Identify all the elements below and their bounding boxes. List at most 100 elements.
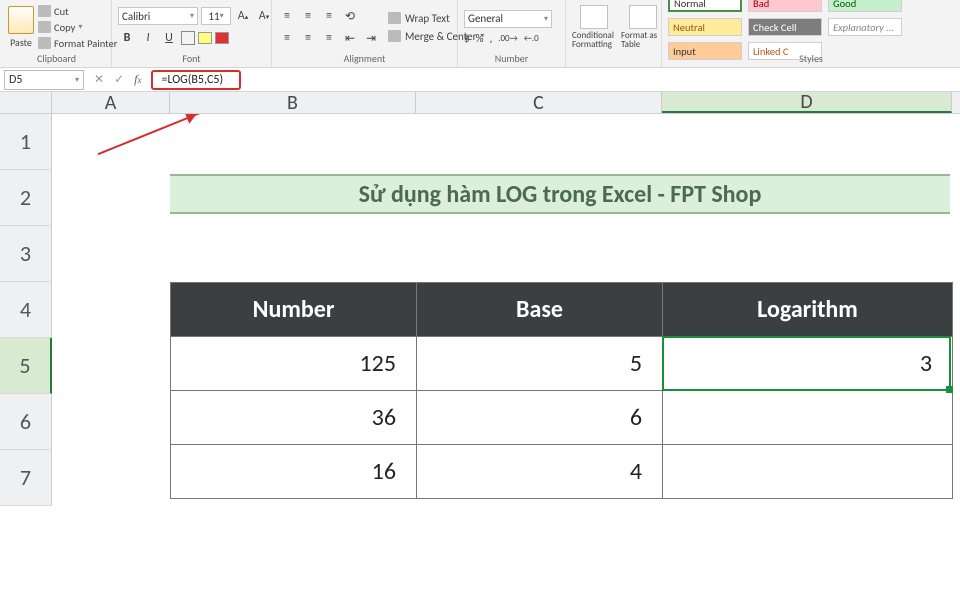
clipboard-icon (8, 6, 34, 34)
worksheet-grid: A B C D 1 2 3 4 5 6 7 Sử dụng hàm LOG tr… (0, 92, 960, 506)
decrease-font-button[interactable]: A▾ (255, 7, 273, 25)
table-row: 125 5 3 (171, 337, 953, 391)
row-header-1[interactable]: 1 (0, 114, 52, 170)
number-format-combo[interactable]: General▾ (464, 10, 552, 28)
row-header-5[interactable]: 5 (0, 338, 52, 394)
font-color-button[interactable] (215, 32, 229, 44)
name-box[interactable]: D5 ▾ (4, 70, 84, 90)
formula-input[interactable]: =LOG(B5,C5) (151, 70, 241, 90)
decrease-indent-button[interactable]: ⇤ (341, 29, 359, 47)
row-header-2[interactable]: 2 (0, 170, 52, 226)
cell-area[interactable]: Sử dụng hàm LOG trong Excel - FPT Shop N… (52, 114, 960, 506)
wrap-icon (388, 12, 401, 24)
style-bad[interactable]: Bad (748, 0, 822, 12)
ribbon: Paste Cut Copy▾ Format Painter Clipboard… (0, 0, 960, 68)
cell-D6[interactable] (663, 391, 953, 445)
scissors-icon (38, 5, 51, 17)
align-middle-button[interactable]: ≡ (299, 7, 317, 25)
col-header-B[interactable]: B (170, 92, 416, 113)
ribbon-group-cond: Conditional Formatting Format as Table . (566, 0, 662, 67)
style-normal[interactable]: Normal (668, 0, 742, 12)
cell-C7[interactable]: 4 (417, 445, 663, 499)
formula-bar: D5 ▾ ✕ ✓ fx =LOG(B5,C5) (0, 68, 960, 92)
increase-decimal-button[interactable]: .00→ (498, 33, 518, 44)
sheet-title: Sử dụng hàm LOG trong Excel - FPT Shop (170, 174, 950, 214)
align-left-button[interactable]: ≡ (278, 29, 296, 47)
format-painter-button[interactable]: Format Painter (38, 37, 117, 50)
style-good[interactable]: Good (828, 0, 902, 12)
cell-D5[interactable]: 3 (663, 337, 953, 391)
row-header-4[interactable]: 4 (0, 282, 52, 338)
fx-icon[interactable]: fx (134, 72, 141, 87)
ribbon-group-styles: Normal Bad Good Neutral Check Cell Expla… (662, 0, 960, 67)
font-size-combo[interactable]: 11▾ (201, 7, 231, 25)
italic-button[interactable]: I (139, 29, 157, 47)
col-header-C[interactable]: C (416, 92, 662, 113)
align-center-button[interactable]: ≡ (299, 29, 317, 47)
formula-text: =LOG(B5,C5) (161, 73, 223, 87)
increase-indent-button[interactable]: ⇥ (362, 29, 380, 47)
style-check-cell[interactable]: Check Cell (748, 18, 822, 36)
cancel-formula-icon[interactable]: ✕ (94, 72, 104, 87)
paste-label: Paste (10, 36, 32, 49)
underline-button[interactable]: U (160, 29, 178, 47)
percent-button[interactable]: % (476, 32, 484, 45)
currency-button[interactable]: $ (464, 32, 470, 45)
table-icon (629, 5, 657, 29)
bold-button[interactable]: B (118, 29, 136, 47)
group-label: Styles (668, 52, 954, 67)
cell-C6[interactable]: 6 (417, 391, 663, 445)
th-number[interactable]: Number (171, 283, 417, 337)
row-header-7[interactable]: 7 (0, 450, 52, 506)
comma-button[interactable]: , (489, 32, 492, 45)
col-header-D[interactable]: D (662, 92, 952, 113)
cell-D7[interactable] (663, 445, 953, 499)
copy-icon (38, 21, 51, 33)
brush-icon (38, 37, 51, 49)
th-base[interactable]: Base (417, 283, 663, 337)
fill-color-button[interactable] (198, 32, 212, 44)
col-header-A[interactable]: A (52, 92, 170, 113)
decrease-decimal-button[interactable]: ←.0 (524, 33, 539, 44)
row-header-3[interactable]: 3 (0, 226, 52, 282)
style-neutral[interactable]: Neutral (668, 18, 742, 36)
cond-fmt-icon (580, 5, 608, 29)
group-label: Alignment (278, 52, 451, 67)
cell-B7[interactable]: 16 (171, 445, 417, 499)
group-label: Number (464, 52, 559, 67)
select-all-corner[interactable] (0, 92, 52, 113)
align-top-button[interactable]: ≡ (278, 7, 296, 25)
format-as-table-button[interactable]: Format as Table (621, 5, 665, 49)
row-headers: 1 2 3 4 5 6 7 (0, 114, 52, 506)
border-button[interactable] (181, 31, 195, 45)
cut-button[interactable]: Cut (38, 5, 117, 18)
column-headers: A B C D (0, 92, 960, 114)
data-table: Number Base Logarithm 125 5 3 36 6 16 4 (170, 282, 953, 499)
increase-font-button[interactable]: A▴ (234, 7, 252, 25)
ribbon-group-alignment: ≡ ≡ ≡ ⟲ ≡ ≡ ≡ ⇤ ⇥ Wrap Text Merge & Cent… (272, 0, 458, 67)
copy-button[interactable]: Copy▾ (38, 21, 117, 34)
align-bottom-button[interactable]: ≡ (320, 7, 338, 25)
ribbon-group-number: General▾ $ % , .00→ ←.0 Number (458, 0, 566, 67)
paste-button[interactable]: Paste (8, 3, 34, 51)
table-header-row: Number Base Logarithm (171, 283, 953, 337)
row-header-6[interactable]: 6 (0, 394, 52, 450)
align-right-button[interactable]: ≡ (320, 29, 338, 47)
merge-icon (388, 30, 401, 42)
cell-B5[interactable]: 125 (171, 337, 417, 391)
cell-reference: D5 (9, 73, 22, 87)
orientation-button[interactable]: ⟲ (341, 7, 359, 25)
table-row: 36 6 (171, 391, 953, 445)
group-label: Font (118, 52, 265, 67)
th-log[interactable]: Logarithm (663, 283, 953, 337)
ribbon-group-font: Calibri▾ 11▾ A▴ A▾ B I U Font (112, 0, 272, 67)
ribbon-group-clipboard: Paste Cut Copy▾ Format Painter Clipboard (2, 0, 112, 67)
group-label: Clipboard (8, 52, 105, 67)
cell-C5[interactable]: 5 (417, 337, 663, 391)
font-name-combo[interactable]: Calibri▾ (118, 7, 198, 25)
cell-B6[interactable]: 36 (171, 391, 417, 445)
table-row: 16 4 (171, 445, 953, 499)
conditional-formatting-button[interactable]: Conditional Formatting (572, 5, 616, 49)
enter-formula-icon[interactable]: ✓ (114, 72, 124, 87)
style-explanatory[interactable]: Explanatory ... (828, 18, 902, 36)
